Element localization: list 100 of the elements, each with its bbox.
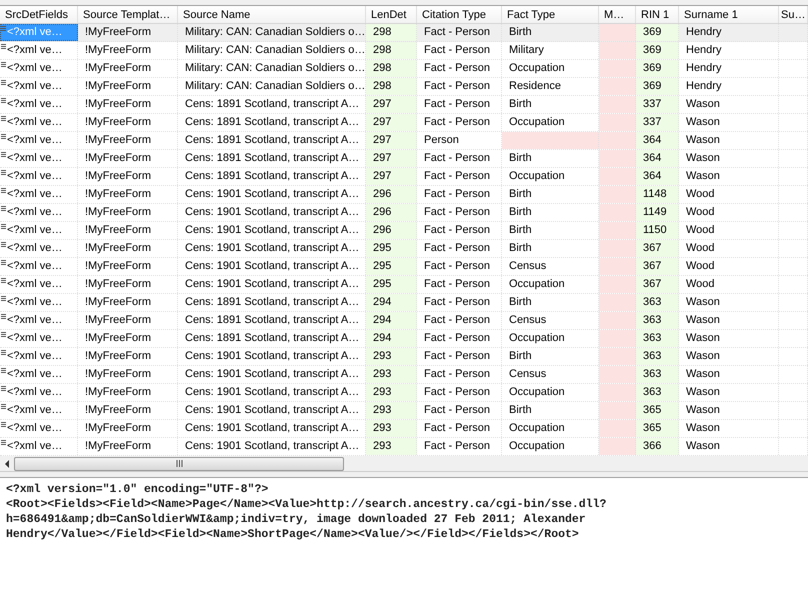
table-cell: 296 <box>366 186 417 203</box>
column-header[interactable]: Source Templat… <box>78 6 178 23</box>
table-cell: 364 <box>636 168 679 185</box>
scrollbar-thumb[interactable] <box>14 456 344 470</box>
xml-text-panel[interactable] <box>0 477 808 592</box>
column-header[interactable]: M… <box>599 6 636 23</box>
table-cell: <?xml ve… <box>0 438 78 455</box>
table-cell: Wason <box>679 132 779 149</box>
table-row[interactable]: <?xml ve… !MyFreeForm Cens: 1901 Scotland, transcript A… 295 Fact - Person Birth 367 Wood <box>0 240 808 258</box>
table-cell: 367 <box>636 240 679 257</box>
column-header[interactable]: RIN 1 <box>636 6 679 23</box>
table-cell: Fact - Person <box>417 402 502 419</box>
column-header[interactable]: Su… <box>779 6 808 23</box>
table-cell: <?xml ve… <box>0 114 78 131</box>
table-row[interactable]: <?xml ve… !MyFreeForm Cens: 1901 Scotland, transcript A… 295 Fact - Person Census 367 Wood <box>0 258 808 276</box>
table-cell: Hendry <box>679 24 779 41</box>
table-cell: Fact - Person <box>417 420 502 437</box>
table-row[interactable]: <?xml ve… !MyFreeForm Cens: 1891 Scotland, transcript A… 297 Person 364 Wason <box>0 132 808 150</box>
table-row[interactable]: <?xml ve… !MyFreeForm Cens: 1901 Scotland, transcript A… 296 Fact - Person Birth 1150 Wood <box>0 222 808 240</box>
table-row[interactable]: <?xml ve… !MyFreeForm Cens: 1901 Scotland, transcript A… 293 Fact - Person Occupation 363 Wason <box>0 384 808 402</box>
table-row[interactable]: <?xml ve… !MyFreeForm Cens: 1901 Scotland, transcript A… 293 Fact - Person Birth 363 Wason <box>0 348 808 366</box>
left-arrow-icon[interactable] <box>4 460 10 468</box>
table-row[interactable]: <?xml ve… !MyFreeForm Military: CAN: Canadian Soldiers o… 298 Fact - Person Occupation 369 Hendry <box>0 60 808 78</box>
table-cell: !MyFreeForm <box>78 366 178 383</box>
table-row[interactable]: <?xml ve… !MyFreeForm Cens: 1891 Scotland, transcript A… 294 Fact - Person Occupation 363 Wason <box>0 330 808 348</box>
table-cell: !MyFreeForm <box>78 78 178 95</box>
horizontal-scrollbar[interactable] <box>0 456 808 472</box>
memo-icon <box>1 314 6 320</box>
table-cell: 363 <box>636 366 679 383</box>
table-row[interactable]: <?xml ve… !MyFreeForm Cens: 1891 Scotland, transcript A… 294 Fact - Person Birth 363 Wason <box>0 294 808 312</box>
table-cell: !MyFreeForm <box>78 402 178 419</box>
table-row[interactable]: <?xml ve… !MyFreeForm Cens: 1901 Scotland, transcript A… 295 Fact - Person Occupation 367 Wood <box>0 276 808 294</box>
table-cell: Fact - Person <box>417 114 502 131</box>
table-row[interactable]: <?xml ve… !MyFreeForm Cens: 1891 Scotland, transcript A… 297 Fact - Person Occupation 337 Wason <box>0 114 808 132</box>
table-cell: Fact - Person <box>417 96 502 113</box>
table-cell: <?xml ve… <box>0 420 78 437</box>
table-cell: Fact - Person <box>417 42 502 59</box>
table-cell: Fact - Person <box>417 276 502 293</box>
table-cell: Wason <box>679 312 779 329</box>
memo-icon <box>1 44 6 50</box>
memo-icon <box>1 170 6 176</box>
table-cell: 337 <box>636 114 679 131</box>
table-row[interactable]: <?xml ve… !MyFreeForm Cens: 1901 Scotland, transcript A… 293 Fact - Person Census 363 Wason <box>0 366 808 384</box>
table-cell: <?xml ve… <box>0 204 78 221</box>
table-cell: Fact - Person <box>417 78 502 95</box>
table-cell: 1150 <box>636 222 679 239</box>
table-cell: 1149 <box>636 204 679 221</box>
table-cell: 298 <box>366 78 417 95</box>
table-row[interactable]: <?xml ve… !MyFreeForm Cens: 1901 Scotland, transcript A… 293 Fact - Person Birth 365 Wason <box>0 402 808 420</box>
column-header[interactable]: Citation Type <box>417 6 502 23</box>
table-cell: Hendry <box>679 42 779 59</box>
memo-icon <box>1 296 6 302</box>
table-cell: Wason <box>679 114 779 131</box>
table-row[interactable]: <?xml ve… !MyFreeForm Military: CAN: Canadian Soldiers o… 298 Fact - Person Birth 369 Hendry <box>0 24 808 42</box>
memo-icon <box>1 404 6 410</box>
memo-icon <box>1 134 6 140</box>
table-cell: 363 <box>636 294 679 311</box>
table-cell: 369 <box>636 24 679 41</box>
table-cell: 293 <box>366 402 417 419</box>
column-header[interactable]: Surname 1 <box>679 6 779 23</box>
table-cell: 297 <box>366 150 417 167</box>
table-cell: 369 <box>636 60 679 77</box>
table-row[interactable]: <?xml ve… !MyFreeForm Cens: 1891 Scotland, transcript A… 297 Fact - Person Birth 364 Wason <box>0 150 808 168</box>
table-cell: 293 <box>366 348 417 365</box>
table-cell: 363 <box>636 348 679 365</box>
xml-text-line: <Root><Fields><Field><Name>Page</Name><Value>http://search.ancestry.ca/cgi-bin/sse.dll? <box>6 497 606 512</box>
table-row[interactable]: <?xml ve… !MyFreeForm Military: CAN: Canadian Soldiers o… 298 Fact - Person Military 369 Hendry <box>0 42 808 60</box>
table-cell: Fact - Person <box>417 168 502 185</box>
table-cell: <?xml ve… <box>0 294 78 311</box>
column-header[interactable]: Fact Type <box>502 6 599 23</box>
table-cell: 295 <box>366 276 417 293</box>
table-cell: !MyFreeForm <box>78 24 178 41</box>
memo-icon <box>1 386 6 392</box>
table-row[interactable]: <?xml ve… !MyFreeForm Cens: 1901 Scotland, transcript A… 293 Fact - Person Occupation 365 Wason <box>0 420 808 438</box>
table-cell: Wason <box>679 330 779 347</box>
table-row[interactable]: <?xml ve… !MyFreeForm Cens: 1891 Scotland, transcript A… 297 Fact - Person Occupation 364 Wason <box>0 168 808 186</box>
table-cell: 294 <box>366 312 417 329</box>
table-cell: <?xml ve… <box>0 186 78 203</box>
table-cell: Wason <box>679 420 779 437</box>
table-cell: <?xml ve… <box>0 240 78 257</box>
table-cell: !MyFreeForm <box>78 384 178 401</box>
table-row[interactable]: <?xml ve… !MyFreeForm Cens: 1901 Scotland, transcript A… 296 Fact - Person Birth 1149 Wood <box>0 204 808 222</box>
column-header[interactable]: LenDet <box>366 6 417 23</box>
table-row[interactable]: <?xml ve… !MyFreeForm Military: CAN: Canadian Soldiers o… 298 Fact - Person Residence 369 Hendry <box>0 78 808 96</box>
table-cell: <?xml ve… <box>0 24 78 41</box>
table-row[interactable]: <?xml ve… !MyFreeForm Cens: 1891 Scotland, transcript A… 297 Fact - Person Birth 337 Wason <box>0 96 808 114</box>
table-cell: <?xml ve… <box>0 78 78 95</box>
column-header[interactable]: SrcDetFields <box>0 6 78 23</box>
table-cell: 366 <box>636 438 679 455</box>
table-cell: Wood <box>679 222 779 239</box>
column-header[interactable]: Source Name <box>178 6 366 23</box>
table-cell: 298 <box>366 60 417 77</box>
table-cell: Fact - Person <box>417 384 502 401</box>
table-row[interactable]: <?xml ve… !MyFreeForm Cens: 1891 Scotland, transcript A… 294 Fact - Person Census 363 Wason <box>0 312 808 330</box>
table-cell: Wason <box>679 150 779 167</box>
table-cell: !MyFreeForm <box>78 240 178 257</box>
table-cell: 298 <box>366 42 417 59</box>
table-cell: 369 <box>636 42 679 59</box>
table-row[interactable]: <?xml ve… !MyFreeForm Cens: 1901 Scotland, transcript A… 296 Fact - Person Birth 1148 Wood <box>0 186 808 204</box>
memo-icon <box>1 188 6 194</box>
